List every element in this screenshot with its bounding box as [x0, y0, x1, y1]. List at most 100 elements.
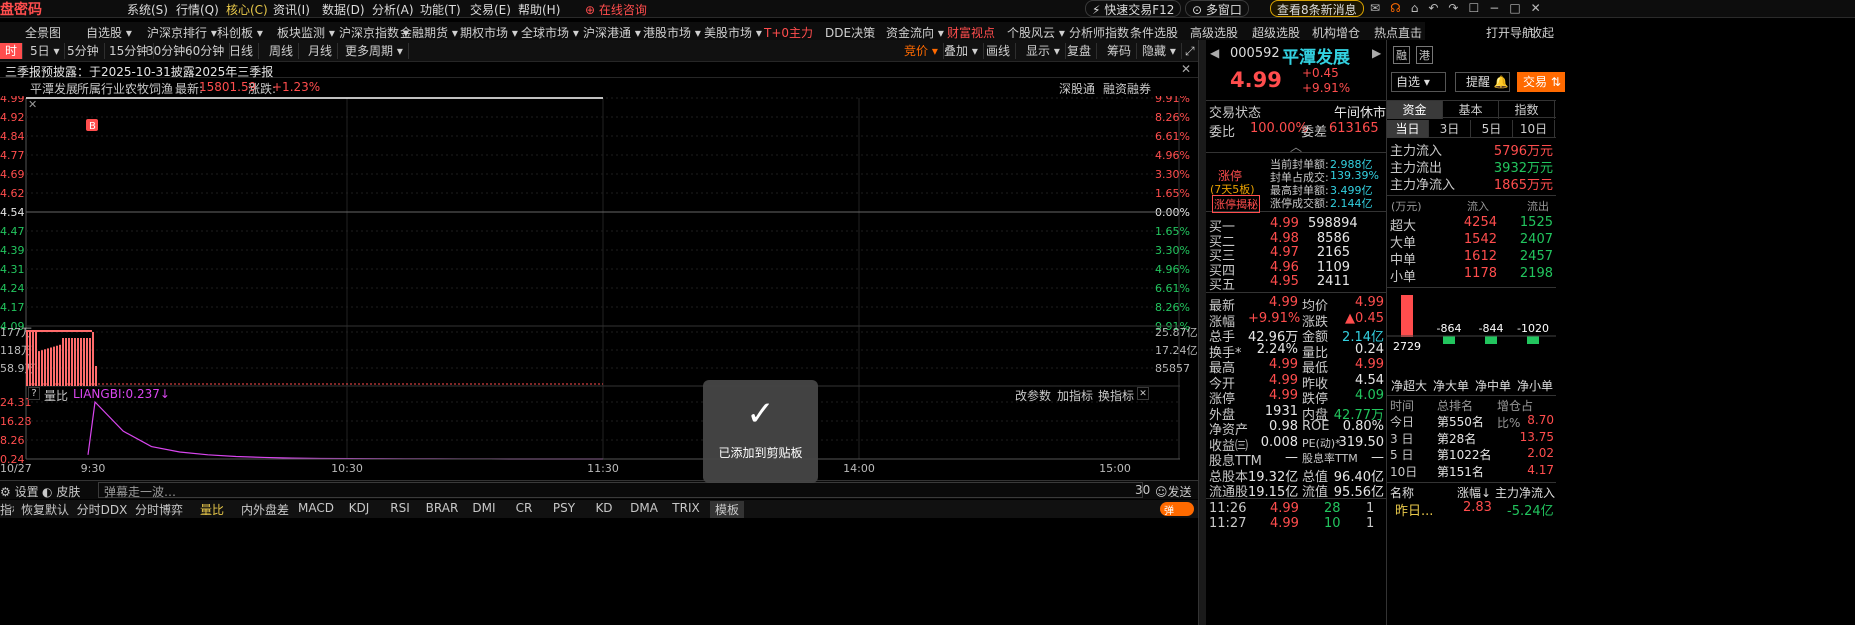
indicator-tab-14[interactable]: DMA: [626, 501, 662, 515]
switch-indicator-link[interactable]: 换指标: [1098, 387, 1134, 404]
remind-button[interactable]: 提醒 🔔: [1455, 72, 1510, 92]
period-tab-5[interactable]: 60分钟: [180, 43, 231, 59]
maximize-icon[interactable]: □: [1509, 1, 1530, 15]
indicator-tab-4[interactable]: 量比: [190, 501, 234, 518]
nav-item-15[interactable]: 财富视点: [947, 24, 995, 41]
headset-icon[interactable]: ☊: [1390, 1, 1411, 15]
nav-item-21[interactable]: 机构增仓: [1312, 24, 1360, 41]
settings-button[interactable]: ⚙ 设置: [0, 483, 39, 500]
nav-item-11[interactable]: 美股市场 ▾: [704, 24, 762, 41]
nav-item-20[interactable]: 超级选股: [1252, 24, 1300, 41]
menu-item-8[interactable]: 帮助(H): [518, 1, 560, 18]
menu-item-0[interactable]: 系统(S): [127, 1, 168, 18]
trade-button[interactable]: 交易 ⇅: [1517, 72, 1565, 92]
period-tab-6[interactable]: 日线: [224, 43, 260, 59]
indicator-tab-9[interactable]: BRAR: [423, 501, 461, 515]
nav-item-13[interactable]: DDE决策: [825, 24, 875, 41]
margin-link[interactable]: 融资融券: [1103, 80, 1151, 97]
list-header[interactable]: 名称: [1390, 484, 1414, 501]
online-consult-link[interactable]: ⊕ 在线咨询: [585, 1, 647, 18]
indicator-tab-0[interactable]: 指标: [0, 501, 14, 518]
nav-item-0[interactable]: 全景图: [25, 24, 61, 41]
skin-button[interactable]: ◐ 皮肤: [42, 483, 80, 500]
danmu-input[interactable]: 弹幕走一波…: [98, 482, 1143, 499]
menu-item-1[interactable]: 行情(Q): [176, 1, 219, 18]
fund-subtab-2[interactable]: 5日: [1471, 120, 1513, 138]
forward-icon[interactable]: ↷: [1448, 1, 1468, 15]
fund-subtab-3[interactable]: 10日: [1513, 120, 1555, 138]
fund-subtab-0[interactable]: 当日: [1387, 120, 1429, 138]
nav-item-12[interactable]: T+0主力: [764, 24, 813, 41]
panel-divider[interactable]: [1198, 40, 1206, 625]
menu-item-6[interactable]: 功能(T): [420, 1, 461, 18]
nav-item-2[interactable]: 沪深京排行 ▾: [147, 24, 217, 41]
indicator-tab-11[interactable]: CR: [507, 501, 541, 515]
list-name[interactable]: 昨日...: [1395, 500, 1433, 519]
send-button[interactable]: ☺发送: [1155, 483, 1192, 500]
fund-tab-2[interactable]: 指数: [1499, 101, 1555, 119]
news-button[interactable]: 查看8条新消息: [1270, 0, 1364, 17]
nav-item-24[interactable]: 收起: [1530, 24, 1554, 41]
indicator-tab-8[interactable]: RSI: [382, 501, 418, 515]
nav-item-23[interactable]: 打开导航: [1486, 24, 1534, 41]
toolbar-right-6[interactable]: 隐藏 ▾: [1137, 43, 1182, 59]
close-icon[interactable]: ✕: [1531, 1, 1551, 15]
back-icon[interactable]: ↶: [1428, 1, 1448, 15]
nav-item-16[interactable]: 个股风云 ▾: [1007, 24, 1065, 41]
nav-item-14[interactable]: 资金流向 ▾: [886, 24, 944, 41]
nav-item-1[interactable]: 自选股 ▾: [86, 24, 132, 41]
nav-item-4[interactable]: 板块监测 ▾: [277, 24, 335, 41]
home-icon[interactable]: ⌂: [1411, 1, 1429, 15]
indicator-tab-12[interactable]: PSY: [546, 501, 582, 515]
indicator-close-icon[interactable]: ✕: [1137, 387, 1149, 400]
toolbar-right-4[interactable]: 复盘: [1062, 43, 1098, 59]
indicator-tab-13[interactable]: KD: [587, 501, 621, 515]
help-icon[interactable]: ?: [28, 387, 40, 400]
indicator-tab-2[interactable]: 分时DDX: [76, 501, 128, 518]
menu-item-7[interactable]: 交易(E): [470, 1, 511, 18]
period-tab-9[interactable]: 更多周期 ▾: [340, 43, 409, 59]
fund-tab-1[interactable]: 基本: [1443, 101, 1499, 119]
edit-params-link[interactable]: 改参数: [1015, 387, 1051, 404]
menu-item-5[interactable]: 分析(A): [372, 1, 414, 18]
danmu-toggle[interactable]: 弹: [1160, 502, 1194, 517]
hk-connect-link[interactable]: 深股通: [1059, 80, 1095, 97]
period-tab-1[interactable]: 5日 ▾: [25, 43, 66, 59]
menu-item-3[interactable]: 资讯(I): [273, 1, 310, 18]
notice-close-icon[interactable]: ✕: [1181, 62, 1191, 76]
nav-item-7[interactable]: 期权市场 ▾: [460, 24, 518, 41]
limit-up-reveal-button[interactable]: 涨停揭秘: [1212, 195, 1260, 213]
period-tab-2[interactable]: 5分钟: [62, 43, 105, 59]
nav-item-6[interactable]: 金融期货 ▾: [400, 24, 458, 41]
nav-item-9[interactable]: 沪深港通 ▾: [583, 24, 641, 41]
nav-item-22[interactable]: 热点直击: [1374, 24, 1422, 41]
toolbar-right-5[interactable]: 筹码: [1102, 43, 1138, 59]
toolbar-right-1[interactable]: 叠加 ▾: [939, 43, 984, 59]
indicator-tab-6[interactable]: MACD: [296, 501, 336, 515]
quick-trade-button[interactable]: ⚡ 快速交易F12: [1085, 0, 1182, 17]
list-header[interactable]: 主力净流入: [1495, 484, 1555, 501]
watchlist-dropdown[interactable]: 自选 ▾: [1391, 72, 1446, 92]
nav-item-19[interactable]: 高级选股: [1190, 24, 1238, 41]
period-tab-7[interactable]: 周线: [264, 43, 300, 59]
period-tab-8[interactable]: 月线: [303, 43, 339, 59]
fullscreen-icon[interactable]: ⤢: [1180, 43, 1200, 59]
nav-item-10[interactable]: 港股市场 ▾: [643, 24, 701, 41]
indicator-tab-16[interactable]: 模板: [710, 501, 744, 518]
window-controls[interactable]: ✉☊⌂↶↷☐−□✕: [1370, 1, 1551, 15]
list-header[interactable]: 涨幅↓: [1457, 484, 1491, 501]
next-stock-icon[interactable]: ▶: [1372, 46, 1381, 60]
menu-item-2[interactable]: 核心(C): [226, 1, 268, 18]
shirt-icon[interactable]: ☐: [1468, 1, 1489, 15]
mail-icon[interactable]: ✉: [1370, 1, 1390, 15]
indicator-tab-15[interactable]: TRIX: [667, 501, 705, 515]
chart-close-icon[interactable]: ✕: [28, 98, 37, 111]
prev-stock-icon[interactable]: ◀: [1210, 46, 1219, 60]
nav-item-18[interactable]: 条件选股: [1130, 24, 1178, 41]
nav-item-3[interactable]: 科创板 ▾: [217, 24, 263, 41]
nav-item-5[interactable]: 沪深京指数 ▾: [339, 24, 409, 41]
nav-item-8[interactable]: 全球市场 ▾: [521, 24, 579, 41]
indicator-tab-3[interactable]: 分时博弈: [133, 501, 185, 518]
fund-subtab-1[interactable]: 3日: [1429, 120, 1471, 138]
toolbar-right-0[interactable]: 竞价 ▾: [899, 43, 944, 59]
